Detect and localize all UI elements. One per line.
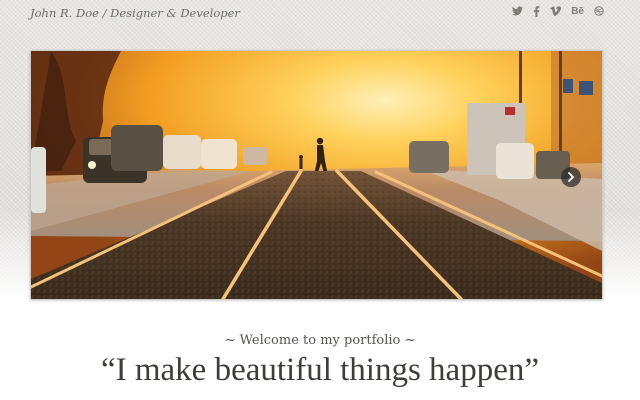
facebook-icon[interactable] — [533, 4, 540, 18]
intro-section: ~ Welcome to my portfolio ~ “I make beau… — [0, 333, 640, 390]
slide-photo — [31, 51, 602, 299]
vimeo-icon[interactable] — [550, 4, 562, 18]
site-header: John R. Doe / Designer & Developer Bē — [0, 0, 640, 28]
behance-icon[interactable]: Bē — [571, 4, 584, 18]
tagline-heading: “I make beautiful things happen” — [100, 352, 539, 388]
hero-slider[interactable] — [30, 50, 603, 300]
site-title[interactable]: John R. Doe / Designer & Developer — [30, 6, 240, 20]
social-links: Bē — [512, 4, 604, 18]
dribbble-icon[interactable] — [594, 4, 604, 18]
welcome-text: ~ Welcome to my portfolio ~ — [224, 333, 416, 348]
twitter-icon[interactable] — [512, 4, 524, 18]
slider-next-button[interactable] — [561, 167, 581, 187]
chevron-right-icon — [568, 172, 574, 182]
